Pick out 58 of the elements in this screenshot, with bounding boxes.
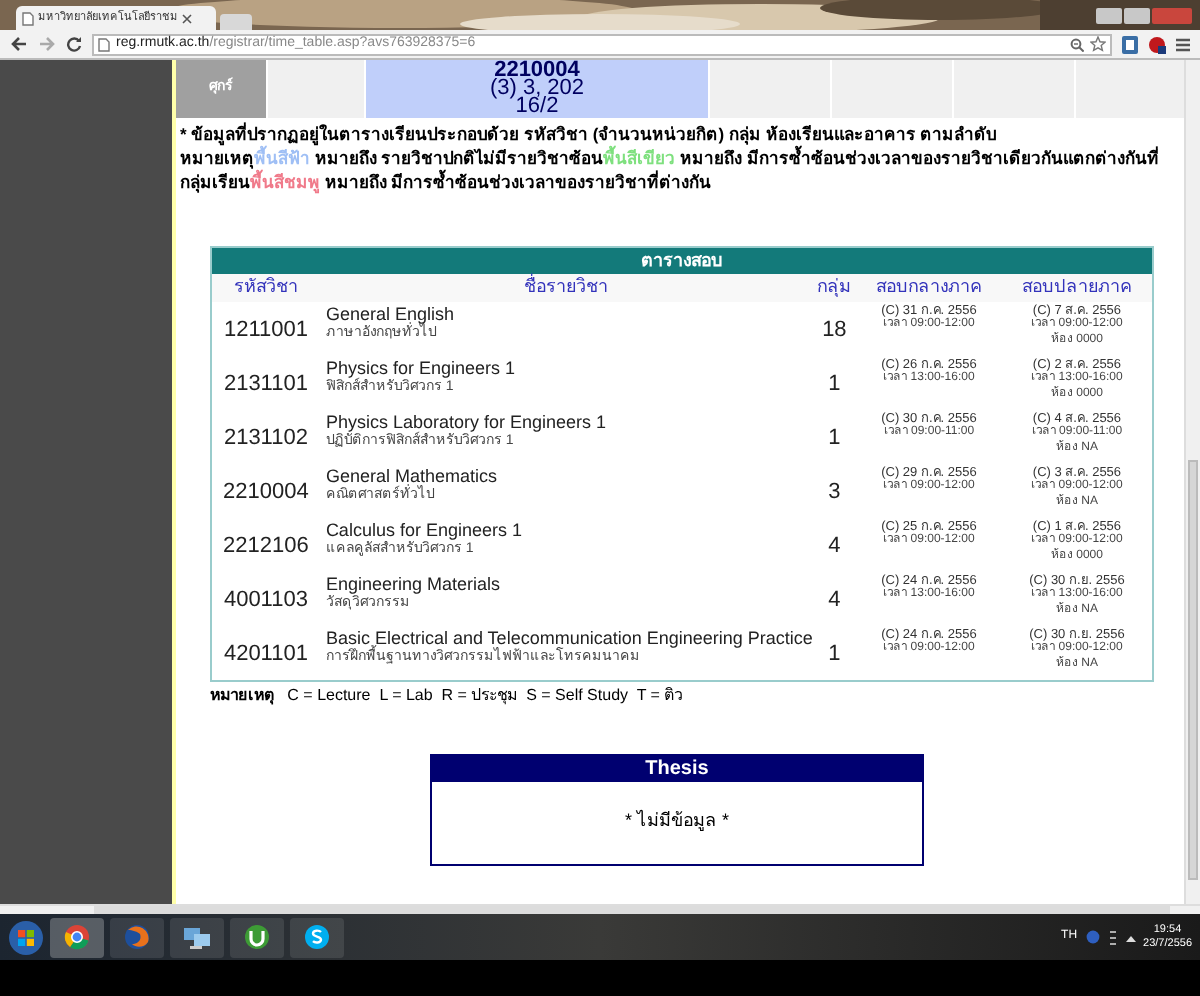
- course-name: General Mathematics: [325, 465, 499, 485]
- class-detail: (3) 3, 202: [489, 80, 585, 98]
- course-code: 2210004: [223, 479, 309, 503]
- column-header: กลุ่ม: [812, 274, 856, 301]
- menu-icon[interactable]: [1176, 37, 1190, 51]
- course-code: 2210004: [494, 62, 580, 80]
- thesis-title: Thesis: [432, 755, 922, 781]
- taskbar-item[interactable]: [290, 917, 344, 957]
- course-code: 2131102: [223, 425, 308, 449]
- scroll-thumb[interactable]: [94, 906, 1170, 914]
- group-number: 1: [828, 641, 841, 665]
- star-icon[interactable]: [1090, 36, 1106, 52]
- column-header: สอบกลางภาค: [855, 274, 1002, 301]
- course-name: Physics for Engineers 1: [325, 357, 517, 377]
- reload-icon[interactable]: [66, 36, 82, 52]
- group-number: 18: [822, 317, 847, 341]
- class-detail: 16/2: [515, 98, 559, 116]
- taskbar-item[interactable]: [50, 917, 104, 957]
- course-code: 1211001: [223, 317, 308, 341]
- group-number: 4: [828, 587, 841, 611]
- course-code: 2131101: [223, 371, 308, 395]
- course-code: 4201101: [223, 641, 308, 665]
- zoom-icon[interactable]: [1070, 37, 1084, 51]
- chat-icon: [304, 924, 330, 950]
- extension-icon[interactable]: [1148, 35, 1166, 53]
- globe-icon: [124, 924, 150, 950]
- arrow-up-icon[interactable]: [1125, 933, 1136, 941]
- course-code: 4001103: [223, 587, 308, 611]
- course-code: 2212106: [223, 533, 309, 557]
- page-icon: [22, 11, 34, 25]
- remark-note: หมายเหตุ C = Lecture L = Lab R = ประชุม S = Self Study T = ติว: [210, 683, 685, 707]
- course-name: Physics Laboratory for Engineers 1: [325, 411, 609, 431]
- extension-icon[interactable]: [1122, 35, 1138, 53]
- legend-note: หมายเหตุพื้นสีฟ้า หมายถึง รายวิชาปกติไม่มีรายวิชาซ้อนพื้นสีเขียว หมายถึง มีการซ้ำซ้อนช่วงเวลาของรายวิชาเดียวกันแตกต่างกันที่กลุ่มเรียนพื้นสีชมพู หมายถึง มีการซ้ำซ้อนช่วงเวลาของรายวิชาที่ต่างกัน: [180, 146, 1161, 194]
- course-name: Calculus for Engineers 1: [325, 519, 524, 539]
- vertical-scrollbar[interactable]: [1184, 60, 1200, 904]
- page-icon: [98, 37, 110, 51]
- empty-message: * ไม่มีข้อมูล *: [624, 808, 729, 835]
- taskbar-item[interactable]: [230, 917, 284, 957]
- group-number: 1: [828, 371, 841, 395]
- start-button[interactable]: [8, 919, 44, 955]
- group-number: 4: [828, 533, 841, 557]
- back-icon[interactable]: [10, 36, 28, 52]
- table-title: ตารางสอบ: [212, 248, 1152, 274]
- close-icon[interactable]: [182, 13, 192, 23]
- column-header: สอบปลายภาค: [1001, 274, 1152, 301]
- course-name: Basic Electrical and Telecommunication Engineering Practice: [325, 627, 813, 647]
- torrent-icon: [244, 924, 270, 950]
- column-header: รหัสวิชา: [212, 274, 320, 301]
- group-number: 3: [828, 479, 841, 503]
- course-name: Engineering Materials: [325, 573, 502, 593]
- group-number: 1: [828, 425, 841, 449]
- info-note: * ข้อมูลที่ปรากฏอยู่ในตารางเรียนประกอบด้วย รหัสวิชา (จำนวนหน่วยกิต) กลุ่ม ห้องเรียนและอาคาร ตามลำดับ: [180, 122, 997, 146]
- column-header: ชื่อรายวิชา: [319, 274, 813, 301]
- browser-icon: [64, 924, 90, 950]
- taskbar-item[interactable]: [170, 917, 224, 957]
- course-name: General English: [325, 303, 456, 323]
- scroll-thumb[interactable]: [1188, 460, 1198, 880]
